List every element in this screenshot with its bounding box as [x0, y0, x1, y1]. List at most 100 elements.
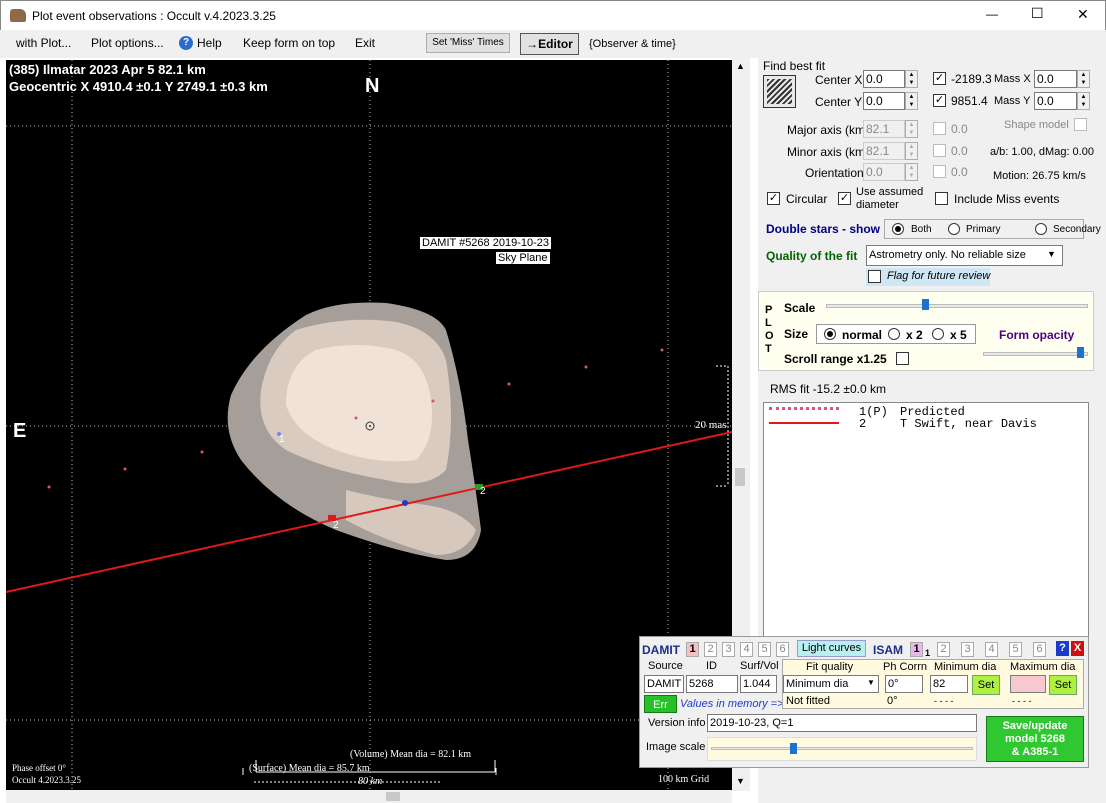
orient-checkbox[interactable] [933, 165, 946, 178]
minor-checkbox[interactable] [933, 144, 946, 157]
damit-model-5[interactable]: 5 [758, 642, 771, 657]
damit-close-button[interactable]: X [1071, 641, 1084, 656]
damit-model-6[interactable]: 6 [776, 642, 789, 657]
close-button[interactable]: ✕ [1077, 6, 1089, 23]
center-y-spin[interactable]: ▲ ▼ [905, 92, 918, 110]
minor-axis-field[interactable]: 82.1 [863, 142, 905, 160]
scale-label: 20 mas [695, 419, 727, 431]
model-label-1: DAMIT #5268 2019-10-23 [420, 237, 551, 249]
quality-select[interactable]: Astrometry only. No reliable size [866, 245, 1063, 266]
include-miss-label: Include Miss events [954, 192, 1060, 206]
center-x-field[interactable]: 0.0 [863, 70, 905, 88]
opacity-slider-thumb[interactable] [1077, 347, 1084, 358]
mass-y-field[interactable]: 0.0 [1034, 92, 1077, 110]
h-scroll-thumb[interactable] [386, 792, 400, 801]
major-axis-spin[interactable]: ▲ ▼ [905, 120, 918, 138]
both-radio[interactable] [892, 223, 904, 235]
observer-time-label[interactable]: {Observer & time} [589, 38, 676, 50]
size-x5-radio[interactable] [932, 328, 944, 340]
surf-field[interactable]: 1.044 [740, 675, 777, 693]
isam-model-4[interactable]: 4 [985, 642, 998, 657]
damit-help-button[interactable]: ? [1056, 641, 1069, 656]
center-y-field[interactable]: 0.0 [863, 92, 905, 110]
km80-label: 80 km [358, 776, 383, 787]
menu-with-plot[interactable]: with Plot... [16, 36, 71, 50]
min-dia-set-button[interactable]: Set [972, 675, 1000, 695]
mass-x-field[interactable]: 0.0 [1034, 70, 1077, 88]
image-scale-thumb[interactable] [790, 743, 797, 754]
y-checkbox[interactable]: ✓ [933, 94, 946, 107]
orientation-field[interactable]: 0.0 [863, 163, 905, 181]
max-dia-set-button[interactable]: Set [1049, 675, 1077, 695]
primary-radio[interactable] [948, 223, 960, 235]
damit-model-4[interactable]: 4 [740, 642, 753, 657]
ph-corr-label: Ph Corrn [883, 661, 928, 673]
fit-quality-select[interactable]: Minimum dia [783, 675, 879, 693]
isam-model-2[interactable]: 2 [937, 642, 950, 657]
save-update-button[interactable]: Save/update model 5268 & A385-1 [986, 716, 1084, 762]
shape-model-checkbox[interactable] [1074, 118, 1087, 131]
menu-exit[interactable]: Exit [355, 36, 375, 50]
include-miss-checkbox[interactable] [935, 192, 948, 205]
version-info-field[interactable]: 2019-10-23, Q=1 [707, 714, 977, 732]
scale-slider-thumb[interactable] [922, 299, 929, 310]
center-x-label: Center X [815, 73, 863, 87]
scroll-down-icon[interactable]: ▼ [736, 776, 745, 786]
major-checkbox[interactable] [933, 122, 946, 135]
size-x2-radio[interactable] [888, 328, 900, 340]
secondary-radio[interactable] [1035, 223, 1047, 235]
volume-dia-label: (Volume) Mean dia = 82.1 km [350, 749, 471, 760]
flag-checkbox[interactable] [868, 270, 881, 283]
chord-line-icon [769, 422, 839, 424]
isam-model-3[interactable]: 3 [961, 642, 974, 657]
light-curves-button[interactable]: Light curves [797, 640, 866, 657]
isam-model-6[interactable]: 6 [1033, 642, 1046, 657]
scroll-range-checkbox[interactable] [896, 352, 909, 365]
damit-model-1[interactable]: 1 [686, 642, 699, 657]
mass-x-spin[interactable]: ▲ ▼ [1077, 70, 1090, 88]
minor-axis-spin[interactable]: ▲ ▼ [905, 142, 918, 160]
plot-o: O [765, 330, 774, 342]
minimize-button[interactable]: — [986, 7, 998, 21]
plot-header-line1: (385) Ilmatar 2023 Apr 5 82.1 km [9, 62, 206, 77]
circular-checkbox[interactable]: ✓ [767, 192, 780, 205]
source-field[interactable]: DAMIT [644, 675, 684, 693]
damit-model-2[interactable]: 2 [704, 642, 717, 657]
fit-quality-label: Fit quality [806, 661, 854, 673]
scale-slider-label: Scale [784, 301, 816, 315]
ab-label: a/b: 1.00, dMag: 0.00 [990, 146, 1094, 158]
menu-keep-on-top[interactable]: Keep form on top [243, 36, 335, 50]
isam-model-1[interactable]: 1 [910, 642, 923, 657]
id-field[interactable]: 5268 [686, 675, 738, 693]
horizontal-scrollbar[interactable] [6, 790, 732, 803]
center-x-spin[interactable]: ▲ ▼ [905, 70, 918, 88]
x-checkbox[interactable]: ✓ [933, 72, 946, 85]
opacity-slider[interactable] [983, 352, 1088, 356]
chord-label-2b: 2 [480, 486, 486, 497]
scroll-thumb[interactable] [735, 468, 745, 486]
scroll-up-icon[interactable]: ▲ [736, 61, 745, 71]
isam-model-5[interactable]: 5 [1009, 642, 1022, 657]
menu-help[interactable]: Help [197, 36, 222, 50]
plot-l: L [765, 317, 772, 329]
menu-plot-options[interactable]: Plot options... [91, 36, 164, 50]
min-dia-dash: - - - - [934, 696, 954, 706]
use-assumed-checkbox[interactable]: ✓ [838, 192, 851, 205]
mass-y-spin[interactable]: ▲ ▼ [1077, 92, 1090, 110]
orientation-spin[interactable]: ▲ ▼ [905, 163, 918, 181]
max-dia-field[interactable] [1010, 675, 1046, 693]
scale-slider[interactable] [826, 304, 1088, 308]
maximize-button[interactable]: ☐ [1031, 5, 1044, 22]
surface-dia-label: (Surface) Mean dia = 85.7 km [249, 763, 370, 774]
ph-corr-field[interactable]: 0° [885, 675, 923, 693]
major-axis-field[interactable]: 82.1 [863, 120, 905, 138]
editor-button[interactable]: →Editor [520, 33, 579, 55]
err-button[interactable]: Err [644, 695, 677, 713]
damit-model-3[interactable]: 3 [722, 642, 735, 657]
find-best-fit-button[interactable] [763, 75, 796, 108]
set-miss-times-button[interactable]: Set 'Miss' Times [426, 33, 510, 53]
min-dia-field[interactable]: 82 [930, 675, 968, 693]
size-normal-radio[interactable] [824, 328, 836, 340]
menu-bar: with Plot... Plot options... ? Help Keep… [0, 30, 1106, 58]
plot-canvas[interactable]: (385) Ilmatar 2023 Apr 5 82.1 km Geocent… [6, 60, 732, 790]
